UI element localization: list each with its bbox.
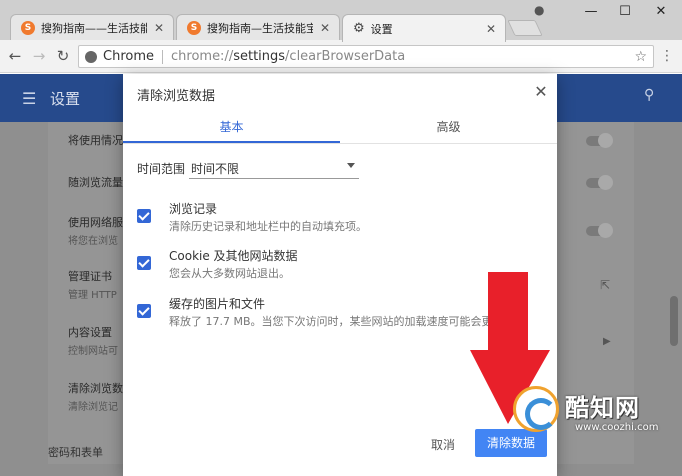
settings-row-sub: 清除浏览记 (68, 402, 118, 413)
option-title: Cookie 及其他网站数据 (169, 249, 298, 263)
url-host: settings (233, 49, 286, 64)
tab-divider (123, 143, 557, 144)
browser-toolbar: ← → ↻ Chrome chrome://settings/clearBrow… (0, 40, 682, 73)
search-icon[interactable]: ⚲ (644, 87, 654, 103)
time-range-select[interactable]: 时间不限 (189, 157, 359, 179)
dropdown-caret-icon (347, 163, 355, 168)
settings-row-label: 清除浏览数 (68, 382, 123, 395)
tab-sogou-2[interactable]: S 搜狗指南—生活技能宝典 ✕ (176, 14, 340, 41)
gear-icon: ⚙ (353, 21, 365, 36)
maximize-button[interactable]: ☐ (612, 4, 638, 22)
cache-checkbox[interactable] (137, 304, 151, 318)
tab-close-icon[interactable]: ✕ (153, 21, 165, 35)
settings-row[interactable]: 随浏览流量 (68, 174, 123, 190)
settings-toggle[interactable] (586, 223, 613, 238)
time-range-value: 时间不限 (191, 162, 240, 176)
watermark: 酷知网 www.coozhi.com (513, 378, 665, 450)
address-divider (162, 49, 163, 64)
reload-icon[interactable]: ↻ (54, 47, 72, 65)
option-desc: 释放了 17.7 MB。当您下次访问时，某些网站的加载速度可能会更 (169, 315, 493, 328)
option-title: 缓存的图片和文件 (169, 297, 266, 311)
tab-settings[interactable]: ⚙ 设置 ✕ (342, 14, 506, 42)
cancel-button[interactable]: 取消 (419, 436, 467, 453)
forward-arrow-icon[interactable]: → (30, 47, 48, 65)
url-path: /clearBrowserData (285, 49, 406, 64)
settings-row-label: 随浏览流量 (68, 176, 123, 189)
settings-row-sub: 控制网站可 (68, 346, 118, 357)
chrome-info-icon (85, 50, 97, 63)
chevron-right-icon[interactable]: ▶ (603, 336, 611, 347)
settings-row[interactable]: 管理证书管理 HTTP (68, 268, 117, 301)
close-icon[interactable]: ✕ (533, 82, 549, 101)
settings-row-sub: 管理 HTTP (68, 290, 117, 301)
dialog-title: 清除浏览数据 (137, 89, 216, 104)
tab-close-icon[interactable]: ✕ (319, 21, 331, 35)
settings-row[interactable]: 清除浏览数清除浏览记 (68, 380, 123, 413)
title-bar: S 搜狗指南——生活技能宝 ✕ S 搜狗指南—生活技能宝典 ✕ ⚙ 设置 ✕ ●… (0, 0, 682, 42)
back-arrow-icon[interactable]: ← (6, 47, 24, 65)
settings-row[interactable]: 内容设置 控制网站可 (68, 324, 118, 357)
watermark-name: 酷知网 (565, 394, 640, 422)
tab-title: 搜狗指南——生活技能宝 (41, 22, 147, 35)
close-window-button[interactable]: ✕ (648, 4, 674, 22)
hamburger-menu-icon[interactable]: ☰ (22, 89, 36, 108)
settings-title: 设置 (50, 90, 81, 108)
sogou-favicon-icon: S (21, 21, 35, 35)
settings-row[interactable]: 将使用情况 (68, 132, 123, 148)
minimize-button[interactable]: — (578, 4, 604, 22)
url-text: chrome://settings/clearBrowserData (171, 49, 634, 64)
settings-row-sub: 将您在浏览 (68, 236, 118, 247)
coozhi-logo-icon (513, 386, 559, 432)
settings-row-label: 将使用情况 (68, 134, 123, 147)
option-title: 浏览记录 (169, 202, 218, 216)
bookmark-star-icon[interactable]: ☆ (634, 49, 647, 65)
tab-basic[interactable]: 基本 (123, 118, 340, 135)
profile-icon[interactable]: ● (534, 3, 548, 17)
settings-toggle[interactable] (586, 133, 613, 148)
new-tab-button[interactable] (507, 20, 543, 36)
tab-title: 设置 (370, 22, 393, 36)
tab-title: 搜狗指南—生活技能宝典 (207, 22, 313, 35)
settings-row-label: 内容设置 (68, 326, 112, 339)
security-chip: Chrome (103, 49, 154, 64)
page-scrollbar[interactable] (670, 296, 678, 346)
menu-dots-icon[interactable]: ⋮ (660, 48, 674, 64)
address-bar[interactable]: Chrome chrome://settings/clearBrowserDat… (78, 45, 654, 68)
tab-close-icon[interactable]: ✕ (485, 22, 497, 36)
tab-advanced[interactable]: 高级 (340, 118, 557, 135)
tab-sogou-1[interactable]: S 搜狗指南——生活技能宝 ✕ (10, 14, 174, 41)
watermark-url: www.coozhi.com (575, 422, 659, 433)
sogou-favicon-icon: S (187, 21, 201, 35)
time-range-label: 时间范围 (137, 162, 186, 176)
option-desc: 您会从大多数网站退出。 (169, 267, 290, 280)
settings-row[interactable]: 使用网络服将您在浏览 (68, 214, 123, 247)
url-scheme: chrome:// (171, 49, 234, 64)
history-checkbox[interactable] (137, 209, 151, 223)
settings-row-label: 管理证书 (68, 270, 112, 283)
cookies-checkbox[interactable] (137, 256, 151, 270)
section-heading: 密码和表单 (48, 446, 103, 459)
option-desc: 清除历史记录和地址栏中的自动填充项。 (169, 220, 367, 233)
settings-toggle[interactable] (586, 175, 613, 190)
settings-row-label: 使用网络服 (68, 216, 123, 229)
external-link-icon[interactable]: ⇱ (600, 278, 610, 292)
